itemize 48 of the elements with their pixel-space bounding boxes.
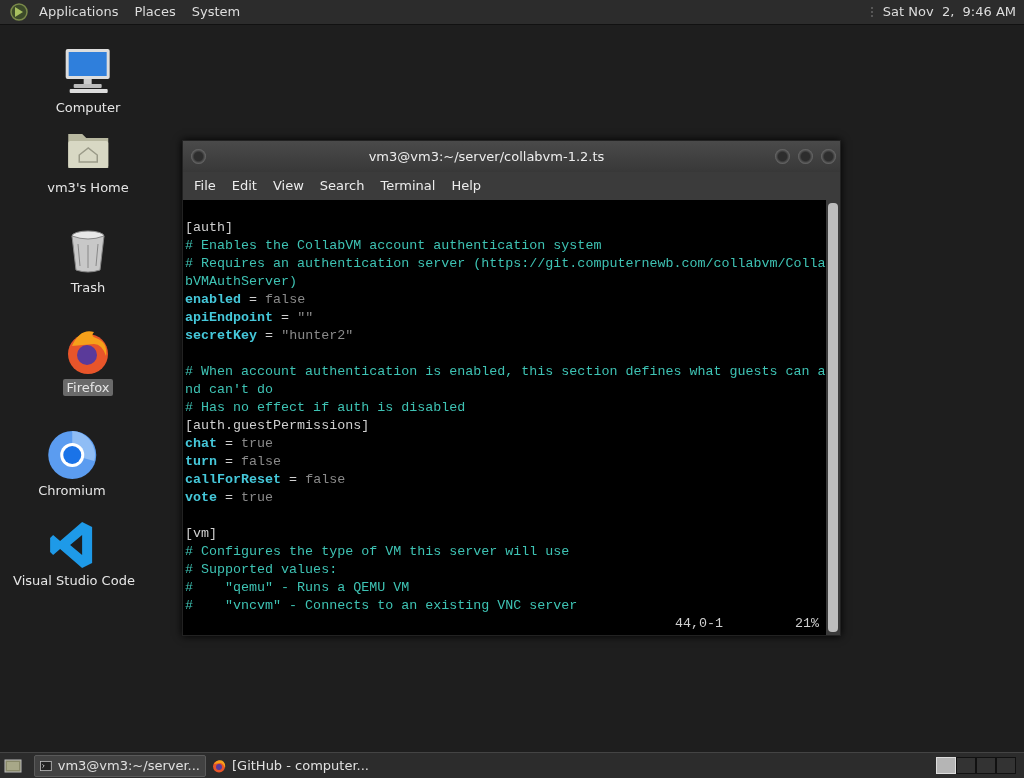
code-line: secretKey = "hunter2"	[185, 327, 355, 345]
icon-label[interactable]: Trash	[67, 279, 109, 296]
menu-item[interactable]: Terminal	[372, 172, 444, 200]
menu-item[interactable]: Edit	[223, 172, 265, 200]
code-line: # "qemu" - Runs a QEMU VM	[185, 579, 411, 597]
code-line: # Requires an authentication server (https://git.computernewb.com/collabvm/Colla	[185, 255, 826, 273]
code-line: [auth]	[185, 219, 235, 237]
icon-label[interactable]: Computer	[52, 99, 124, 116]
code-line: # Has no effect if auth is disabled	[185, 399, 467, 417]
menu-item[interactable]: Search	[311, 172, 373, 200]
taskbar-button[interactable]: vm3@vm3:~/server...	[34, 754, 206, 777]
code-line: enabled = false	[185, 291, 307, 309]
code-line: # Enables the CollabVM account authentication system	[185, 237, 603, 255]
cursor-position: 44,0-1	[675, 615, 724, 633]
taskbar-button[interactable]: [GitHub - computer...	[206, 754, 378, 777]
clock[interactable]: Sat Nov 2, 9:46 AM	[882, 2, 1016, 22]
code-line: turn = false	[185, 453, 283, 471]
code-line: # Configures the type of VM this server will use	[185, 543, 571, 561]
icon-label[interactable]: Visual Studio Code	[10, 572, 138, 589]
menu-item[interactable]: File	[186, 172, 224, 200]
menu-item[interactable]: Places	[126, 0, 184, 24]
flame-globe-icon	[212, 758, 226, 773]
icon-label[interactable]: vm3's Home	[44, 179, 132, 196]
scrollbar[interactable]	[826, 200, 840, 635]
panel-handle-icon	[869, 5, 874, 19]
code-line: bVMAuthServer)	[185, 273, 299, 291]
code-line: nd can't do	[185, 381, 275, 399]
code-line: [vm]	[185, 525, 219, 543]
menu-item[interactable]: View	[264, 172, 312, 200]
menu-item[interactable]: System	[183, 0, 249, 24]
ring-icon[interactable]	[46, 429, 98, 479]
menu-item[interactable]: Applications	[31, 0, 127, 24]
terminal-icon	[40, 758, 52, 773]
menu-item[interactable]: Help	[443, 172, 490, 200]
code-line: # "vncvm" - Connects to an existing VNC server	[185, 597, 579, 615]
code-line: vote = true	[185, 489, 275, 507]
icon-label[interactable]: Firefox	[63, 379, 113, 396]
code-line: callForReset = false	[185, 471, 347, 489]
window-title: vm3@vm3:~/server/collabvm-1.2.ts	[368, 148, 605, 164]
code-line: [auth.guestPermissions]	[185, 417, 371, 435]
logo-icon[interactable]	[9, 2, 29, 22]
code-line: # When account authentication is enabled, this section defines what guests can a	[185, 363, 826, 381]
code-line: apiEndpoint = ""	[185, 309, 315, 327]
scroll-percent: 21%	[795, 615, 820, 633]
code-line: # Supported values:	[185, 561, 339, 579]
code-line: chat = true	[185, 435, 275, 453]
show-desktop-icon[interactable]	[4, 756, 22, 775]
icon-label[interactable]: Chromium	[35, 482, 109, 499]
